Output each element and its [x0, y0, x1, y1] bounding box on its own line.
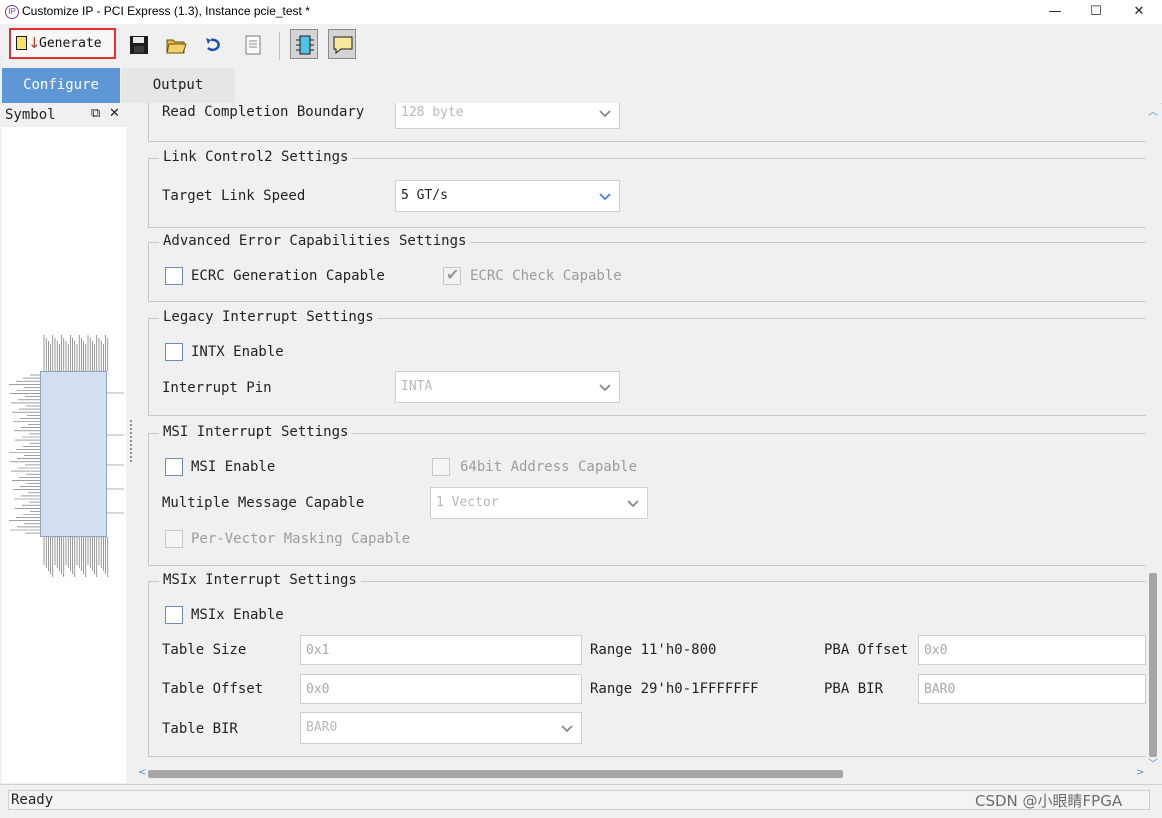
chevron-down-icon	[561, 725, 573, 733]
refresh-icon[interactable]	[203, 34, 225, 56]
multiple-message-value: 1 Vector	[436, 495, 499, 510]
horizontal-scrollbar[interactable]: < >	[136, 767, 1160, 781]
app-icon: IP	[5, 5, 19, 19]
document-icon[interactable]	[242, 34, 264, 56]
maximize-button[interactable]: ☐	[1081, 3, 1111, 21]
ip-symbol-block[interactable]	[40, 371, 107, 537]
tab-output[interactable]: Output	[121, 68, 235, 103]
scroll-left-icon[interactable]: <	[138, 767, 146, 778]
horizontal-scroll-thumb[interactable]	[148, 770, 843, 778]
ecrc-check-checkbox[interactable]: ✔	[443, 265, 461, 285]
chevron-down-icon	[627, 500, 639, 508]
rcb-label: Read Completion Boundary	[162, 104, 365, 120]
generate-button[interactable]: ↓ Generate	[9, 28, 116, 59]
pba-bir-field[interactable]: BAR0	[918, 674, 1146, 704]
symbol-panel: Symbol ⧉ ✕	[2, 103, 126, 783]
intx-enable-checkbox[interactable]	[165, 343, 183, 361]
table-size-value: 0x1	[306, 643, 330, 658]
msi-interrupt-title: MSI Interrupt Settings	[159, 424, 353, 440]
ecrc-check-label: ECRC Check Capable	[470, 268, 622, 284]
interrupt-pin-value: INTA	[401, 379, 433, 394]
tab-bar: Configure Output	[0, 67, 1162, 104]
interrupt-pin-dropdown[interactable]: INTA	[395, 371, 620, 403]
toolbar: ↓ Generate	[0, 24, 1162, 68]
tab-configure[interactable]: Configure	[2, 68, 120, 103]
msix-enable-label: MSIx Enable	[191, 607, 284, 623]
vertical-scroll-thumb[interactable]	[1149, 573, 1157, 757]
ecrc-generation-label: ECRC Generation Capable	[191, 268, 385, 284]
addr64-checkbox[interactable]	[432, 458, 450, 476]
target-link-speed-value: 5 GT/s	[401, 188, 448, 203]
close-button[interactable]: ✕	[1124, 3, 1154, 21]
title-bar: IP Customize IP - PCI Express (1.3), Ins…	[0, 0, 1162, 24]
multiple-message-label: Multiple Message Capable	[162, 495, 365, 511]
addr64-label: 64bit Address Capable	[460, 459, 638, 475]
chip-view-toggle[interactable]	[290, 29, 318, 59]
chip-view-icon	[296, 35, 314, 55]
target-link-speed-label: Target Link Speed	[162, 188, 306, 204]
splitter-grip	[130, 419, 132, 463]
generate-label: Generate	[39, 36, 102, 51]
target-link-speed-dropdown[interactable]: 5 GT/s	[395, 180, 620, 212]
window-title: Customize IP - PCI Express (1.3), Instan…	[22, 4, 310, 18]
scroll-up-icon[interactable]: ︿	[1148, 103, 1158, 118]
panel-splitter[interactable]	[126, 103, 136, 783]
minimize-button[interactable]: —	[1040, 3, 1070, 21]
watermark: CSDN @小眼睛FPGA	[975, 792, 1123, 810]
pba-offset-value: 0x0	[924, 643, 948, 658]
per-vector-masking-label: Per-Vector Masking Capable	[191, 531, 411, 547]
table-offset-value: 0x0	[306, 682, 330, 697]
pba-bir-label: PBA BIR	[824, 681, 884, 697]
table-offset-field[interactable]: 0x0	[300, 674, 582, 704]
msi-enable-label: MSI Enable	[191, 459, 276, 475]
table-bir-dropdown[interactable]: BAR0	[300, 712, 582, 744]
rcb-value: 128 byte	[401, 105, 464, 120]
table-size-label: Table Size	[162, 642, 247, 658]
status-text: Ready	[11, 792, 54, 808]
pba-bir-value: BAR0	[924, 682, 956, 697]
msi-enable-checkbox[interactable]	[165, 458, 183, 476]
ecrc-generation-checkbox[interactable]	[165, 267, 183, 285]
pba-offset-label: PBA Offset	[824, 642, 909, 658]
chevron-down-icon	[599, 110, 611, 118]
msix-interrupt-title: MSIx Interrupt Settings	[159, 572, 361, 588]
chevron-down-icon	[599, 384, 611, 392]
open-folder-icon[interactable]	[165, 34, 187, 56]
table-size-field[interactable]: 0x1	[300, 635, 582, 665]
msix-enable-checkbox[interactable]	[165, 606, 183, 624]
legacy-interrupt-title: Legacy Interrupt Settings	[159, 309, 378, 325]
toolbar-separator	[279, 32, 280, 60]
check-icon: ✔	[446, 265, 460, 284]
table-offset-label: Table Offset	[162, 681, 264, 697]
msix-interrupt-group	[148, 581, 1146, 757]
comment-icon	[333, 36, 353, 55]
table-size-range: Range 11'h0-800	[590, 642, 717, 658]
scroll-right-icon[interactable]: >	[1136, 767, 1144, 778]
intx-enable-label: INTX Enable	[191, 344, 284, 360]
configure-content: Read Completion Boundary 128 byte Link C…	[136, 103, 1146, 767]
table-bir-label: Table BIR	[162, 721, 238, 737]
status-bar: Ready CSDN @小眼睛FPGA	[0, 784, 1162, 818]
multiple-message-dropdown[interactable]: 1 Vector	[430, 487, 648, 519]
table-offset-range: Range 29'h0-1FFFFFFF	[590, 681, 759, 697]
link-control2-title: Link Control2 Settings	[159, 149, 353, 165]
chevron-down-icon	[599, 193, 611, 201]
legacy-interrupt-group	[148, 318, 1146, 416]
table-bir-value: BAR0	[306, 720, 338, 735]
rcb-dropdown[interactable]: 128 byte	[395, 103, 620, 129]
comment-toggle[interactable]	[328, 29, 356, 59]
advanced-error-title: Advanced Error Capabilities Settings	[159, 233, 471, 249]
per-vector-masking-checkbox[interactable]	[165, 530, 183, 548]
save-icon[interactable]	[128, 34, 150, 56]
generate-icon	[16, 36, 27, 50]
vertical-scrollbar[interactable]: ︿ ﹀	[1146, 103, 1160, 770]
interrupt-pin-label: Interrupt Pin	[162, 380, 272, 396]
pba-offset-field[interactable]: 0x0	[918, 635, 1146, 665]
